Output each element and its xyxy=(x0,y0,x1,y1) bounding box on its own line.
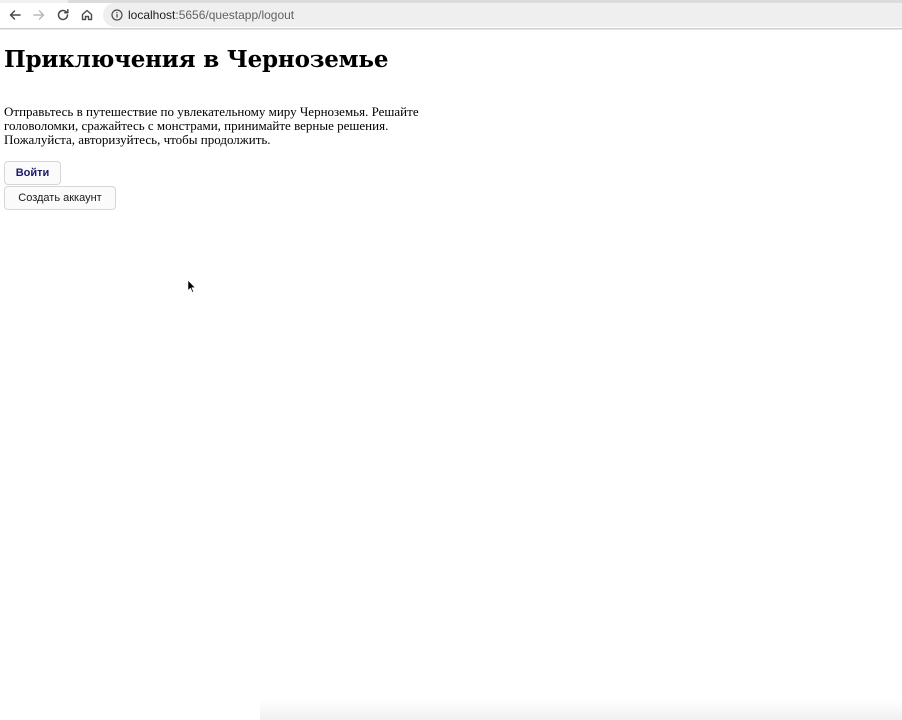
reload-icon xyxy=(57,9,69,21)
address-bar[interactable]: localhost:5656/questapp/logout xyxy=(103,3,902,27)
home-icon xyxy=(81,9,93,21)
intro-text: Отправьтесь в путешествие по увлекательн… xyxy=(4,105,484,147)
info-icon[interactable] xyxy=(111,9,123,21)
back-button[interactable] xyxy=(5,5,25,25)
intro-line: головоломки, сражайтесь с монстрами, при… xyxy=(4,118,389,133)
arrow-left-icon xyxy=(9,10,21,20)
login-button[interactable]: Войти xyxy=(4,161,61,185)
url-path: :5656/questapp/logout xyxy=(175,8,295,22)
intro-line: Пожалуйста, авторизуйтесь, чтобы продолж… xyxy=(4,132,271,147)
reload-button[interactable] xyxy=(53,5,73,25)
create-account-button[interactable]: Создать аккаунт xyxy=(4,186,116,210)
page-content: Приключения в Черноземье Отправьтесь в п… xyxy=(0,29,902,720)
browser-toolbar: localhost:5656/questapp/logout xyxy=(0,3,902,29)
mouse-cursor-icon xyxy=(187,279,197,294)
arrow-right-icon xyxy=(33,10,45,20)
url-text[interactable]: localhost:5656/questapp/logout xyxy=(128,8,294,22)
home-button[interactable] xyxy=(77,5,97,25)
forward-button[interactable] xyxy=(29,5,49,25)
bottom-shadow xyxy=(260,700,902,720)
url-host: localhost xyxy=(128,8,176,22)
intro-line: Отправьтесь в путешествие по увлекательн… xyxy=(4,104,419,119)
page-title: Приключения в Черноземье xyxy=(4,46,389,73)
